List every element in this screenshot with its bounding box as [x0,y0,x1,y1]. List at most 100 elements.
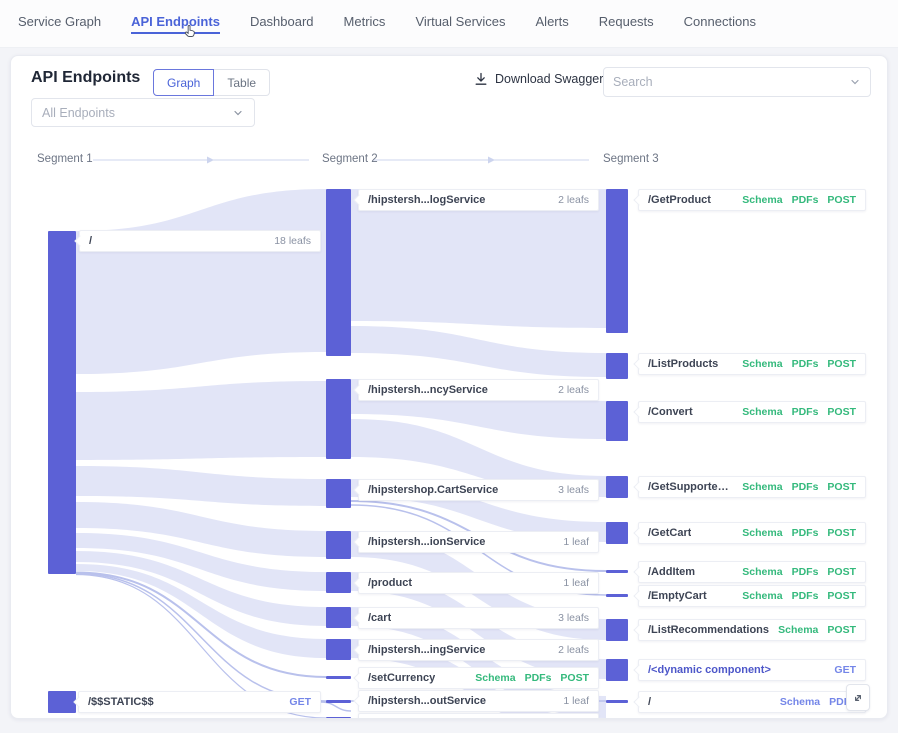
link-post[interactable]: POST [827,358,856,370]
endpoint-path: /ListRecommendations [648,624,769,636]
link-pdfs[interactable]: PDFs [792,527,819,539]
endpoint-row[interactable]: /EmptyCartSchemaPDFsPOST [638,585,866,607]
nav-item-api-endpoints[interactable]: API Endpoints [131,14,220,34]
link-schema[interactable]: Schema [780,696,820,708]
endpoint-path: / [648,696,651,708]
endpoint-row[interactable]: /$$STATIC$$GET [78,691,321,713]
leaf-count-badge: 2 leafs [558,644,589,656]
endpoint-path: / [89,235,92,247]
sankey-node-bar[interactable] [326,700,351,703]
segment-label-3: Segment 3 [603,153,659,165]
sankey-node-bar[interactable] [606,189,628,333]
sankey-node-bar[interactable] [326,607,351,628]
link-schema[interactable]: Schema [742,406,782,418]
sankey-node-bar[interactable] [326,639,351,660]
nav-item-connections[interactable]: Connections [684,14,756,34]
endpoint-row[interactable]: /GetSupportedCurrencies Schema PDFs POST [638,476,866,498]
endpoint-links: Schema PDFs POST [742,406,856,418]
endpoint-row[interactable]: / 18 leafs [79,230,321,252]
sankey-node-bar[interactable] [326,189,351,356]
endpoint-path: /hipstersh...outService [368,695,486,707]
link-pdfs[interactable]: PDFs [792,590,819,602]
endpoint-row[interactable]: /ConvertSchemaPDFsPOST [638,401,866,423]
link-post[interactable]: POST [827,566,856,578]
endpoints-sankey-graph: Segment 1Segment 2Segment 3/18 leafs/$$S… [11,56,887,718]
endpoint-row[interactable]: /hipstershop.CartService3 leafs [358,479,599,501]
endpoint-row[interactable]: /hipstersh...ailService1 leaf [358,713,599,719]
endpoint-row[interactable]: /hipstersh...ionService1 leaf [358,531,599,553]
endpoint-row[interactable]: /hipstersh...ingService2 leafs [358,639,599,661]
sankey-node-bar[interactable] [606,522,628,544]
link-get[interactable]: GET [834,664,856,676]
nav-item-virtual-services[interactable]: Virtual Services [415,14,505,34]
endpoint-row[interactable]: / SchemaPDFs [638,691,866,713]
sankey-node-bar[interactable] [606,476,628,498]
endpoint-row[interactable]: /AddItemSchemaPDFsPOST [638,561,866,583]
endpoint-row[interactable]: /GetCartSchemaPDFsPOST [638,522,866,544]
sankey-node-bar[interactable] [606,570,628,573]
sankey-node-bar[interactable] [48,231,76,574]
link-pdfs[interactable]: PDFs [792,358,819,370]
link-schema[interactable]: Schema [742,527,782,539]
link-post[interactable]: POST [827,624,856,636]
endpoint-links: Schema POST [778,624,856,636]
link-post[interactable]: POST [827,481,856,493]
link-pdfs[interactable]: PDFs [792,194,819,206]
sankey-node-bar[interactable] [606,401,628,441]
endpoint-row[interactable]: /hipstersh...outService1 leaf [358,690,599,712]
sankey-node-bar[interactable] [606,659,628,681]
endpoint-row[interactable]: /product 1 leaf [358,572,599,594]
sankey-node-bar[interactable] [326,717,351,719]
link-schema[interactable]: Schema [475,672,515,684]
endpoint-row[interactable]: /ListProductsSchemaPDFsPOST [638,353,866,375]
link-post[interactable]: POST [827,406,856,418]
leaf-count-badge: 1 leaf [563,577,589,589]
endpoint-row[interactable]: /hipstersh...ncyService2 leafs [358,379,599,401]
segment-label-1: Segment 1 [37,153,93,165]
endpoint-path: /GetSupportedCurrencies [648,481,734,493]
sankey-node-bar[interactable] [606,594,628,597]
leaf-count-badge: 1 leaf [563,718,589,719]
sankey-node-bar[interactable] [326,531,351,559]
link-schema[interactable]: Schema [742,194,782,206]
sankey-node-bar[interactable] [606,700,628,703]
endpoint-links: Schema PDFs POST [742,194,856,206]
nav-item-alerts[interactable]: Alerts [536,14,569,34]
expand-graph-button[interactable] [846,684,870,711]
link-schema[interactable]: Schema [742,481,782,493]
leaf-count-badge: 2 leafs [558,384,589,396]
endpoint-row[interactable]: /<dynamic component>GET [638,659,866,681]
endpoint-row[interactable]: /setCurrencySchemaPDFsPOST [358,667,599,689]
endpoint-row[interactable]: /cart3 leafs [358,607,599,629]
endpoint-links: SchemaPDFs [780,696,856,708]
sankey-node-bar[interactable] [48,691,76,713]
link-pdfs[interactable]: PDFs [792,566,819,578]
sankey-node-bar[interactable] [326,479,351,508]
link-schema[interactable]: Schema [778,624,818,636]
sankey-node-bar[interactable] [326,676,351,679]
link-schema[interactable]: Schema [742,590,782,602]
endpoint-row[interactable]: /ListRecommendations Schema POST [638,619,866,641]
link-pdfs[interactable]: PDFs [792,406,819,418]
link-post[interactable]: POST [827,194,856,206]
link-schema[interactable]: Schema [742,566,782,578]
sankey-node-bar[interactable] [606,353,628,379]
link-post[interactable]: POST [560,672,589,684]
endpoint-row[interactable]: /GetProductSchemaPDFsPOST [638,189,866,211]
endpoint-path: /product [368,577,412,589]
link-pdfs[interactable]: PDFs [792,481,819,493]
endpoint-row[interactable]: /hipstersh...logService2 leafs [358,189,599,211]
sankey-node-bar[interactable] [326,379,351,459]
link-pdfs[interactable]: PDFs [525,672,552,684]
leaf-count-badge: 18 leafs [274,235,311,247]
link-get[interactable]: GET [289,696,311,708]
sankey-node-bar[interactable] [606,619,628,641]
nav-item-requests[interactable]: Requests [599,14,654,34]
link-schema[interactable]: Schema [742,358,782,370]
sankey-node-bar[interactable] [326,572,351,593]
nav-item-metrics[interactable]: Metrics [344,14,386,34]
nav-item-service-graph[interactable]: Service Graph [18,14,101,34]
link-post[interactable]: POST [827,527,856,539]
link-post[interactable]: POST [827,590,856,602]
nav-item-dashboard[interactable]: Dashboard [250,14,314,34]
